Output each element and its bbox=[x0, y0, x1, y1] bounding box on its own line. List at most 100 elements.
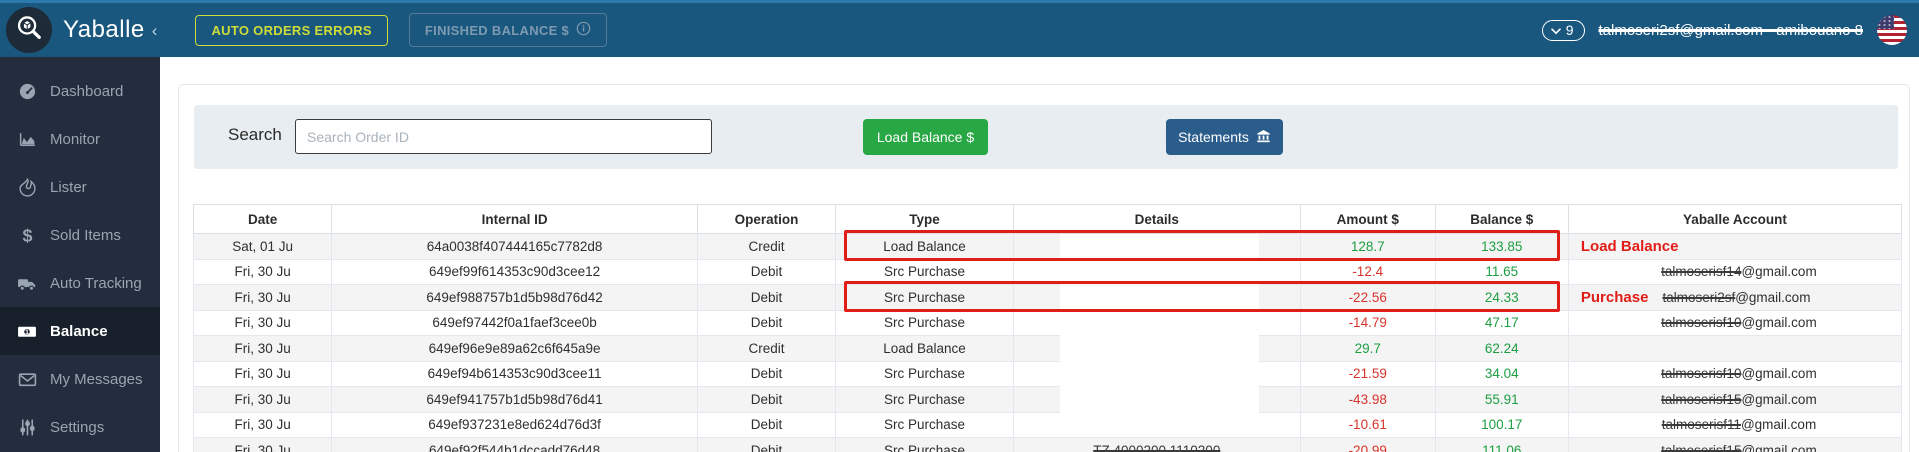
column-header: Internal ID bbox=[331, 204, 698, 234]
statements-button[interactable]: Statements bbox=[1166, 119, 1283, 155]
sidebar-item-dashboard[interactable]: Dashboard bbox=[0, 67, 160, 115]
cell-amount: 128.7 bbox=[1299, 233, 1436, 260]
truck-icon bbox=[17, 274, 37, 293]
cell-internal-id: 649ef937231e8ed624d76d3f bbox=[331, 411, 698, 438]
sidebar-item-monitor[interactable]: Monitor bbox=[0, 115, 160, 163]
account-domain: @gmail.com bbox=[1735, 289, 1811, 305]
cell-type: Src Purchase bbox=[835, 309, 1014, 336]
cell-date: Fri, 30 Ju bbox=[193, 437, 333, 452]
sidebar-item-sold-items[interactable]: $ Sold Items bbox=[0, 211, 160, 259]
cell-operation: Debit bbox=[696, 309, 837, 336]
table-head-row: Date Internal ID Operation Type Details Amoun… bbox=[193, 204, 1902, 234]
auto-orders-errors-button[interactable]: AUTO ORDERS ERRORS bbox=[195, 14, 388, 46]
us-flag-icon[interactable] bbox=[1877, 15, 1907, 45]
statements-label: Statements bbox=[1178, 129, 1249, 145]
cell-amount: -43.98 bbox=[1299, 386, 1436, 413]
cell-amount: -20.99 bbox=[1299, 437, 1436, 452]
cell-type: Load Balance bbox=[835, 335, 1014, 362]
cell-amount: -14.79 bbox=[1299, 309, 1436, 336]
annotation-flag-text: Purchase bbox=[1580, 288, 1649, 306]
balance-card: Search Load Balance $ Statements bbox=[178, 84, 1910, 452]
redacted-account-user: talmoserisf15 bbox=[1661, 391, 1742, 407]
cell-operation: Debit bbox=[696, 437, 837, 452]
load-balance-label: Load Balance $ bbox=[876, 129, 975, 145]
table-row: Fri, 30 Ju 649ef96e9e89a62c6f645a9e Credit… bbox=[193, 335, 1902, 362]
cell-yaballe-account: talmoserisf11@gmail.com bbox=[1567, 411, 1902, 438]
main-content: Search Load Balance $ Statements bbox=[160, 57, 1919, 452]
cell-type: Load Balance bbox=[835, 233, 1014, 260]
table-row: Fri, 30 Ju 649ef988757b1d5b98d76d42 Debit S… bbox=[193, 284, 1902, 311]
sidebar-item-label: Settings bbox=[50, 418, 105, 436]
sidebar-item-balance[interactable]: 1 Balance bbox=[0, 307, 160, 355]
yaballe-logo[interactable] bbox=[6, 7, 52, 53]
sidebar-item-lister[interactable]: Lister bbox=[0, 163, 160, 211]
table-row: Fri, 30 Ju 649ef97442f0a1faef3cee0b Debit S… bbox=[193, 309, 1902, 336]
cell-amount: -10.61 bbox=[1299, 411, 1436, 438]
table-row: Fri, 30 Ju 649ef99f614353c90d3cee12 Debit S… bbox=[193, 258, 1902, 285]
finished-balance-button[interactable]: FINISHED BALANCE $ bbox=[408, 13, 607, 47]
cell-internal-id: 649ef94b614353c90d3cee11 bbox=[331, 360, 698, 387]
cell-date: Fri, 30 Ju bbox=[193, 386, 333, 413]
sidebar-item-auto-tracking[interactable]: Auto Tracking bbox=[0, 259, 160, 307]
cell-date: Fri, 30 Ju bbox=[193, 258, 333, 285]
svg-text:1: 1 bbox=[25, 329, 29, 336]
cell-operation: Debit bbox=[696, 411, 837, 438]
redacted-account-user: talmoserisf10 bbox=[1661, 366, 1742, 382]
cell-date: Fri, 30 Ju bbox=[193, 309, 333, 336]
cell-internal-id: 64a0038f407444165c7782d8 bbox=[331, 233, 698, 260]
cell-type: Src Purchase bbox=[835, 258, 1014, 285]
area-chart-icon bbox=[17, 130, 37, 149]
sidebar-item-my-messages[interactable]: My Messages bbox=[0, 355, 160, 403]
cell-balance: 11.65 bbox=[1434, 258, 1569, 285]
table-row: Sat, 01 Ju 64a0038f407444165c7782d8 Credit… bbox=[193, 233, 1902, 260]
user-account-menu[interactable]: talmoseri2sf@gmail.com - amibouano 8 bbox=[1599, 22, 1864, 39]
sidebar-item-label: Balance bbox=[50, 322, 108, 340]
cell-internal-id: 649ef96e9e89a62c6f645a9e bbox=[331, 335, 698, 362]
cell-yaballe-account: talmoserisf10@gmail.com bbox=[1567, 360, 1902, 387]
cell-yaballe-account: Load Balance bbox=[1567, 233, 1902, 260]
cell-type: Src Purchase bbox=[835, 386, 1014, 413]
cell-yaballe-account bbox=[1567, 335, 1902, 362]
notification-count: 9 bbox=[1565, 21, 1574, 38]
sidebar-item-settings[interactable]: Settings bbox=[0, 403, 160, 451]
topbar-right-group: 9 talmoseri2sf@gmail.com - amibouano 8 bbox=[1541, 15, 1907, 45]
cell-date: Sat, 01 Ju bbox=[193, 233, 333, 260]
bank-icon bbox=[1256, 129, 1271, 146]
redacted-account-user: talmoseri2sf bbox=[1662, 289, 1736, 305]
cell-date: Fri, 30 Ju bbox=[193, 284, 333, 311]
account-domain: @gmail.com bbox=[1740, 417, 1817, 433]
cell-balance: 62.24 bbox=[1434, 335, 1569, 362]
search-input[interactable] bbox=[295, 119, 712, 154]
table-row: Fri, 30 Ju 649ef937231e8ed624d76d3f Debit S… bbox=[193, 411, 1902, 438]
cell-date: Fri, 30 Ju bbox=[193, 360, 333, 387]
auto-orders-errors-label: AUTO ORDERS ERRORS bbox=[211, 22, 372, 38]
sidebar-item-label: Dashboard bbox=[50, 82, 124, 100]
cell-balance: 47.17 bbox=[1434, 309, 1569, 336]
redacted-details-text: TZ 4000200 1110200 bbox=[1093, 442, 1221, 452]
brand-title: Yaballe bbox=[63, 16, 145, 43]
cell-type: Src Purchase bbox=[835, 284, 1014, 311]
column-header: Amount $ bbox=[1299, 204, 1436, 234]
balance-table: Date Internal ID Operation Type Details Amoun… bbox=[193, 204, 1902, 452]
notification-count-badge[interactable]: 9 bbox=[1541, 19, 1585, 41]
cell-amount: -22.56 bbox=[1299, 284, 1436, 311]
cell-balance: 55.91 bbox=[1434, 386, 1569, 413]
top-bar: Yaballe ‹ AUTO ORDERS ERRORS FINISHED BA… bbox=[0, 0, 1919, 57]
account-domain: @gmail.com bbox=[1741, 391, 1817, 407]
collapse-sidebar-chevron[interactable]: ‹ bbox=[152, 21, 158, 41]
cell-operation: Credit bbox=[696, 233, 837, 260]
cell-operation: Debit bbox=[696, 258, 837, 285]
details-redaction-overlay bbox=[1060, 234, 1259, 434]
column-header: Type bbox=[835, 204, 1014, 234]
balance-table-container: Date Internal ID Operation Type Details Amoun… bbox=[193, 204, 1902, 452]
cell-yaballe-account: talmoserisf14@gmail.com bbox=[1567, 258, 1902, 285]
cell-balance: 133.85 bbox=[1434, 233, 1569, 260]
cell-internal-id: 649ef99f614353c90d3cee12 bbox=[331, 258, 698, 285]
load-balance-button[interactable]: Load Balance $ bbox=[863, 119, 988, 155]
column-header: Yaballe Account bbox=[1567, 204, 1902, 234]
cell-internal-id: 649ef92f544b1dccadd76d48 bbox=[331, 437, 698, 452]
account-domain: @gmail.com bbox=[1741, 315, 1817, 331]
account-domain: @gmail.com bbox=[1741, 442, 1817, 452]
search-label: Search bbox=[228, 125, 282, 144]
cell-yaballe-account: talmoserisf15@gmail.com bbox=[1567, 386, 1902, 413]
